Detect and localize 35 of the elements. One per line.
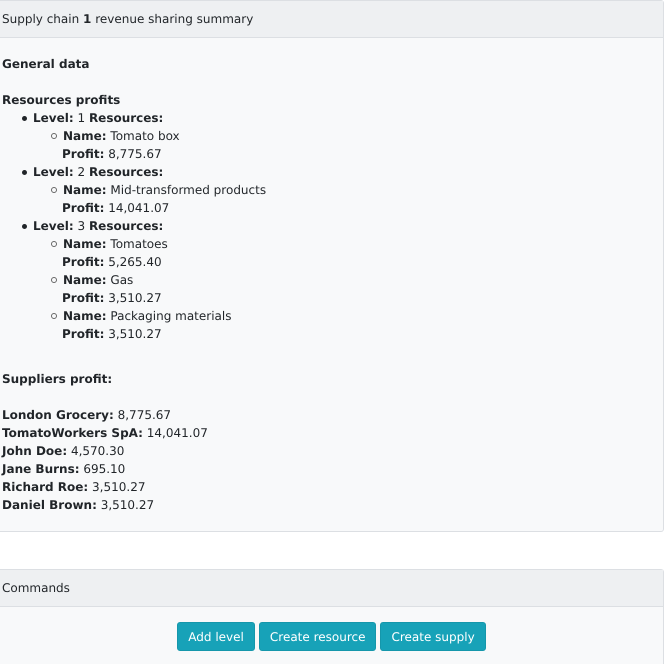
- section-heading: Resources profits: [2, 92, 122, 109]
- resource-name: Name: Packaging materials: [63, 309, 232, 323]
- level-label: Level: 2 Resources:: [33, 165, 164, 179]
- supplier-profit: Jane Burns: 695.10: [2, 462, 126, 476]
- supplier-profit: TomatoWorkers SpA: 14,041.07: [2, 426, 208, 440]
- level-label: Level: 1 Resources:: [33, 111, 164, 125]
- command-button[interactable]: Create resource: [258, 622, 376, 651]
- bullet-icon: [51, 187, 57, 193]
- bullet-icon: [51, 313, 57, 319]
- supplier-profit: John Doe: 4,570.30: [2, 444, 124, 458]
- resource-profit: Profit: 14,041.07: [62, 201, 170, 215]
- card-title: Supply chain 1 revenue sharing summary: [2, 12, 254, 26]
- level-label: Level: 3 Resources:: [33, 219, 164, 233]
- bullet-icon: [22, 224, 27, 228]
- resource-name: Name: Gas: [63, 273, 134, 287]
- section-heading: General data: [2, 56, 90, 73]
- bullet-icon: [22, 170, 27, 174]
- resource-profit: Profit: 3,510.27: [62, 327, 162, 341]
- section-heading: Suppliers profit:: [2, 371, 114, 388]
- command-button[interactable]: Add level: [177, 622, 255, 651]
- resource-name: Name: Tomatoes: [63, 237, 168, 251]
- resource-profit: Profit: 5,265.40: [62, 255, 162, 269]
- resource-profit: Profit: 8,775.67: [62, 147, 162, 161]
- bullet-icon: [22, 116, 27, 120]
- command-button[interactable]: Create supply: [380, 622, 486, 651]
- resource-name: Name: Tomato box: [63, 129, 180, 143]
- resource-profit: Profit: 3,510.27: [62, 291, 162, 305]
- supplier-profit: London Grocery: 8,775.67: [2, 408, 172, 422]
- resource-name: Name: Mid-transformed products: [63, 183, 266, 197]
- bullet-icon: [51, 133, 57, 139]
- card-title: Commands: [2, 581, 70, 595]
- supplier-profit: Richard Roe: 3,510.27: [2, 480, 146, 494]
- bullet-icon: [51, 277, 57, 283]
- bullet-icon: [51, 241, 57, 247]
- supplier-profit: Daniel Brown: 3,510.27: [2, 498, 154, 512]
